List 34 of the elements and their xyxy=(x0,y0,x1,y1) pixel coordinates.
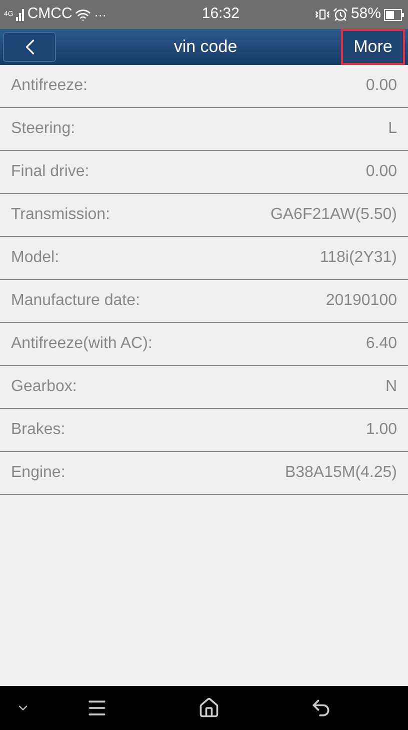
row-value: 6.40 xyxy=(366,334,397,354)
more-button[interactable]: More xyxy=(341,29,405,65)
back-nav-icon[interactable] xyxy=(310,697,332,719)
vibrate-icon xyxy=(314,7,330,22)
row-label: Manufacture date: xyxy=(11,291,140,311)
row-value: 20190100 xyxy=(326,291,397,311)
more-indicator: ··· xyxy=(94,6,106,24)
row-value: 1.00 xyxy=(366,420,397,440)
row-label: Steering: xyxy=(11,119,76,139)
battery-percentage: 58% xyxy=(350,4,381,24)
row-label: Model: xyxy=(11,248,60,268)
row-value: N xyxy=(385,377,397,397)
row-label: Gearbox: xyxy=(11,377,77,397)
row-value: GA6F21AW(5.50) xyxy=(270,205,397,225)
alarm-icon xyxy=(332,7,348,22)
row-label: Final drive: xyxy=(11,162,90,182)
back-button[interactable] xyxy=(3,32,56,62)
carrier-label: CMCC xyxy=(27,4,72,24)
row-label: Transmission: xyxy=(11,205,110,225)
row-label: Antifreeze(with AC): xyxy=(11,334,152,354)
row-label: Antifreeze: xyxy=(11,76,88,96)
row-value: B38A15M(4.25) xyxy=(284,463,397,483)
signal-icon xyxy=(16,8,24,20)
row-value: 0.00 xyxy=(366,162,397,182)
page-title: vin code xyxy=(172,36,238,58)
wifi-icon xyxy=(75,6,92,22)
row-label: Brakes: xyxy=(11,420,66,440)
home-icon[interactable] xyxy=(198,697,220,719)
row-value: L xyxy=(388,119,397,139)
clock-time: 16:32 xyxy=(202,4,240,24)
battery-icon xyxy=(384,8,404,20)
row-label: Engine: xyxy=(11,463,66,483)
row-value: 118i(2Y31) xyxy=(320,248,397,268)
row-value: 0.00 xyxy=(366,76,397,96)
